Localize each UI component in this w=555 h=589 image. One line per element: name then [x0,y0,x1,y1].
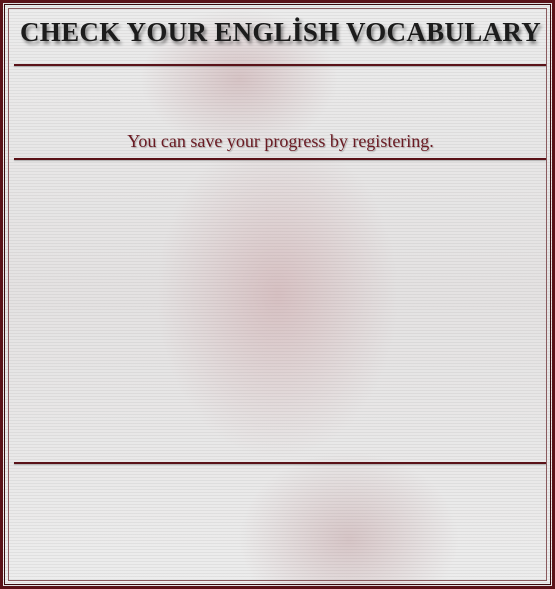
content-bottom-divider [14,462,546,464]
content-area [14,161,546,461]
page-frame: CHECK YOUR ENGLİSH VOCABULARY You can sa… [0,0,555,589]
header-divider [14,64,546,66]
content-top-divider [14,158,546,160]
page-title: CHECK YOUR ENGLİSH VOCABULARY [19,17,542,47]
footer-area [14,465,546,583]
registration-notice: You can save your progress by registerin… [127,131,434,151]
